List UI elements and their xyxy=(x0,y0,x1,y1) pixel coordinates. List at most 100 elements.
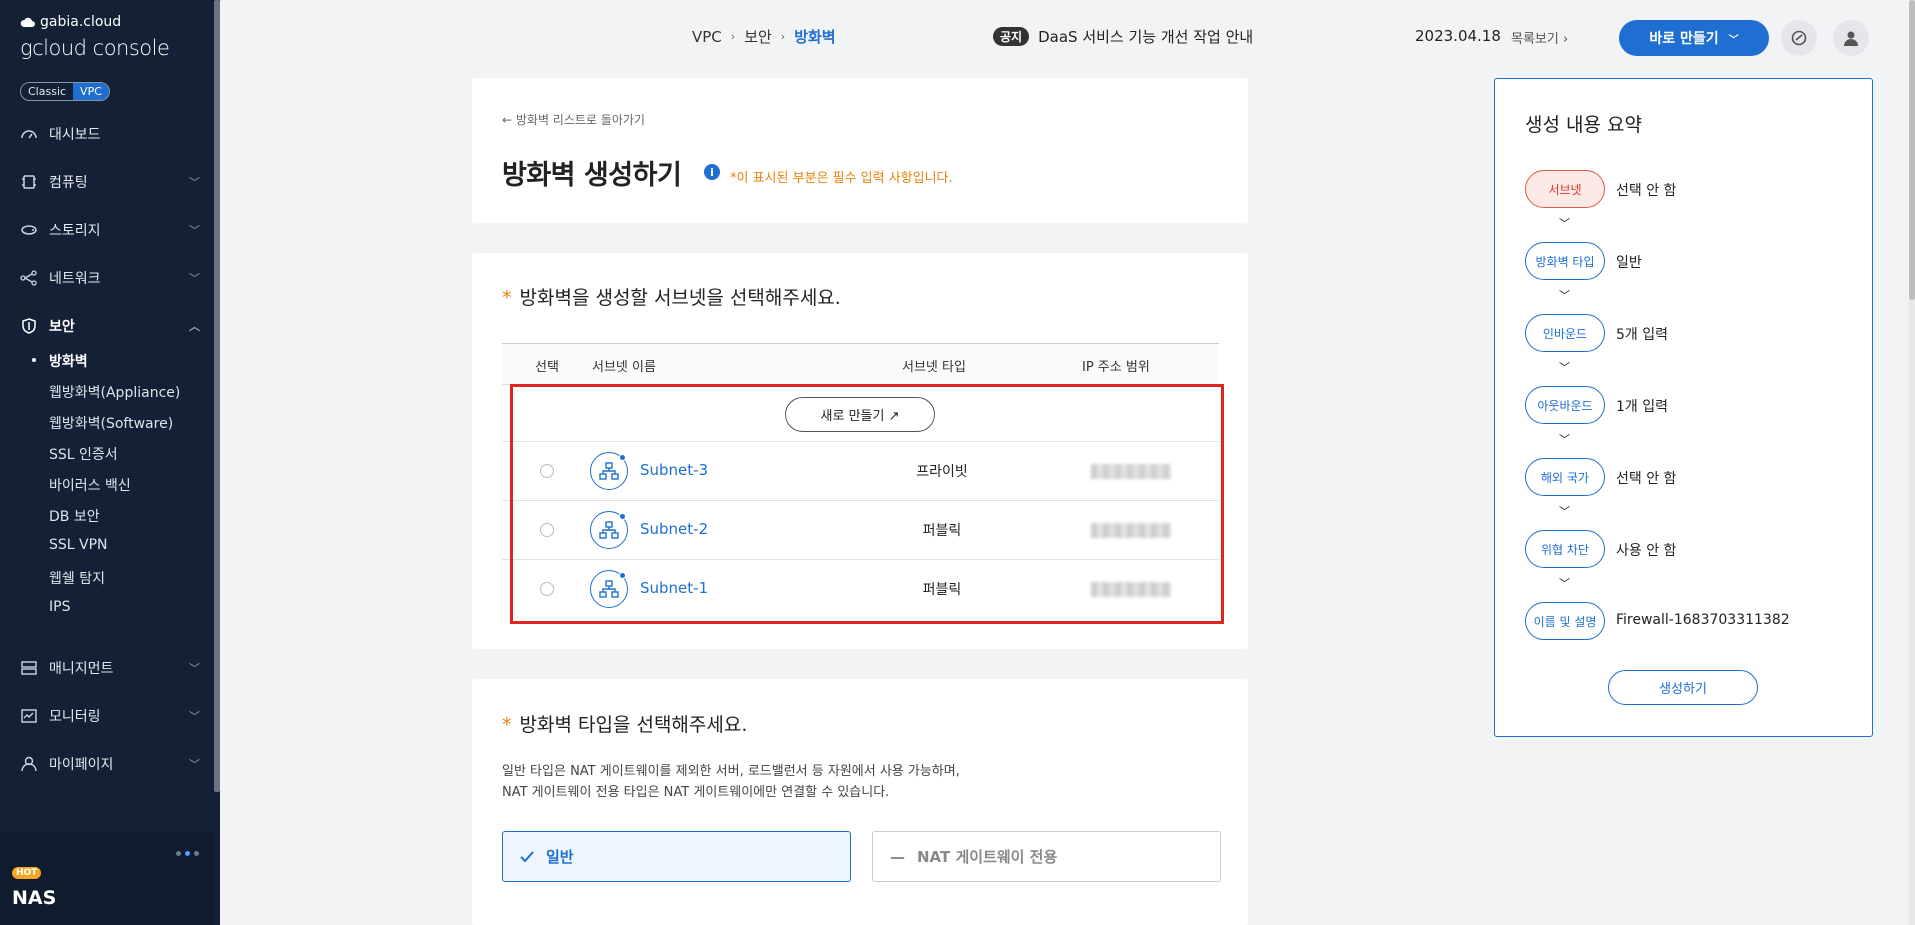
storage-icon xyxy=(20,221,38,239)
chat-button[interactable] xyxy=(1781,20,1817,56)
sidebar-item-network[interactable]: 네트워크 ﹀ xyxy=(20,267,200,289)
page-title: 방화벽 생성하기 xyxy=(502,160,682,191)
chevron-down-icon: ﹀ xyxy=(1559,577,1570,590)
user-icon xyxy=(1844,31,1858,46)
summary-value: 사용 안 함 xyxy=(1616,543,1677,559)
sidebar-sub-ssl-cert[interactable]: SSL 인증서 xyxy=(49,444,118,464)
type-description-line: NAT 게이트웨이 전용 타입은 NAT 게이트웨이에만 연결할 수 있습니다. xyxy=(502,785,890,800)
back-link[interactable]: ← 방화벽 리스트로 돌아가기 xyxy=(502,111,645,128)
quick-create-label: 바로 만들기 xyxy=(1649,31,1719,47)
quick-create-button[interactable]: 바로 만들기 ﹀ xyxy=(1619,20,1769,56)
type-option-label: 일반 xyxy=(546,848,574,866)
notice-list-link[interactable]: 목록보기 › xyxy=(1511,28,1568,47)
chevron-down-icon: ﹀ xyxy=(189,272,200,285)
summary-step-name[interactable]: 이름 및 설명 xyxy=(1525,602,1605,640)
sidebar-item-monitoring[interactable]: 모니터링 ﹀ xyxy=(20,705,200,727)
info-icon[interactable]: i xyxy=(704,164,720,180)
sidebar-item-label: 스토리지 xyxy=(49,223,101,239)
page-scrollbar-thumb[interactable] xyxy=(1909,0,1915,300)
summary-step-inbound[interactable]: 인바운드 xyxy=(1525,314,1605,352)
type-description: 일반 타입은 NAT 게이트웨이를 제외한 서버, 로드밸런서 등 자원에서 사… xyxy=(502,761,960,803)
col-select: 선택 xyxy=(535,360,559,375)
sidebar-item-security[interactable]: 보안 ︿ xyxy=(20,315,200,337)
summary-step-threat[interactable]: 위협 차단 xyxy=(1525,530,1605,568)
create-button[interactable]: 생성하기 xyxy=(1608,670,1758,705)
sidebar-sub-db-security[interactable]: DB 보안 xyxy=(49,506,100,526)
brand-logo[interactable]: gabia.cloud xyxy=(20,14,121,30)
chevron-down-icon: ﹀ xyxy=(189,176,200,189)
sidebar-item-dashboard[interactable]: 대시보드 xyxy=(20,123,200,145)
col-type: 서브넷 타입 xyxy=(902,360,966,375)
back-link-label: 방화벽 리스트로 돌아가기 xyxy=(515,113,645,127)
toggle-vpc[interactable]: VPC xyxy=(73,83,109,100)
chevron-down-icon: ﹀ xyxy=(1559,217,1570,230)
toggle-classic[interactable]: Classic xyxy=(21,83,73,100)
user-icon xyxy=(20,755,38,773)
summary-title: 생성 내용 요약 xyxy=(1525,114,1642,136)
breadcrumb-vpc[interactable]: VPC xyxy=(692,28,722,46)
profile-button[interactable] xyxy=(1833,20,1869,56)
notice-bar[interactable]: 공지 DaaS 서비스 기능 개선 작업 안내 xyxy=(993,26,1253,47)
sidebar-item-label: 보안 xyxy=(49,319,75,335)
col-ip-range: IP 주소 범위 xyxy=(1082,360,1150,375)
sidebar-sub-webshell[interactable]: 웹쉘 탐지 xyxy=(49,568,105,588)
management-icon xyxy=(20,659,38,677)
platform-toggle[interactable]: Classic VPC xyxy=(20,82,110,101)
chevron-right-icon: › xyxy=(730,30,736,43)
dash-icon: — xyxy=(890,847,905,866)
carousel-dot[interactable] xyxy=(176,851,181,856)
sidebar-item-management[interactable]: 매니지먼트 ﹀ xyxy=(20,657,200,679)
chevron-down-icon: ﹀ xyxy=(189,224,200,237)
subnet-table-header: 선택 서브넷 이름 서브넷 타입 IP 주소 범위 xyxy=(502,343,1219,385)
computing-icon xyxy=(20,173,38,191)
monitoring-icon xyxy=(20,707,38,725)
brand-title[interactable]: gcloud console xyxy=(20,36,170,60)
hot-badge: HOT xyxy=(12,867,42,879)
sidebar-sub-waf-appliance[interactable]: 웹방화벽(Appliance) xyxy=(49,382,180,402)
col-name: 서브넷 이름 xyxy=(592,360,656,375)
sidebar-sub-ssl-vpn[interactable]: SSL VPN xyxy=(49,537,108,553)
summary-step-type[interactable]: 방화벽 타입 xyxy=(1525,242,1605,280)
sidebar-item-label: 마이페이지 xyxy=(49,757,114,773)
required-star: * xyxy=(502,287,512,309)
chevron-down-icon: ﹀ xyxy=(189,662,200,675)
sidebar-item-label: 네트워크 xyxy=(49,271,101,287)
chevron-down-icon: ﹀ xyxy=(1728,34,1739,46)
sidebar-sub-antivirus[interactable]: 바이러스 백신 xyxy=(49,475,131,495)
summary-value: 선택 안 함 xyxy=(1616,471,1677,487)
summary-value: 1개 입력 xyxy=(1616,399,1668,415)
sidebar-item-storage[interactable]: 스토리지 ﹀ xyxy=(20,219,200,241)
breadcrumb: VPC › 보안 › 방화벽 xyxy=(692,26,836,47)
sidebar-item-label: 컴퓨팅 xyxy=(49,175,88,191)
summary-value: 선택 안 함 xyxy=(1616,183,1677,199)
main-area: VPC › 보안 › 방화벽 공지 DaaS 서비스 기능 개선 작업 안내 2… xyxy=(220,0,1915,925)
sidebar-sub-waf-software[interactable]: 웹방화벽(Software) xyxy=(49,413,173,433)
notice-text[interactable]: DaaS 서비스 기능 개선 작업 안내 xyxy=(1038,26,1253,47)
summary-step-subnet[interactable]: 서브넷 xyxy=(1525,170,1605,208)
chevron-down-icon: ﹀ xyxy=(1559,361,1570,374)
sidebar: gabia.cloud gcloud console Classic VPC 대… xyxy=(0,0,220,925)
sidebar-item-mypage[interactable]: 마이페이지 ﹀ xyxy=(20,753,200,775)
summary-step-country[interactable]: 해외 국가 xyxy=(1525,458,1605,496)
dashboard-icon xyxy=(20,125,38,143)
carousel-dot[interactable] xyxy=(194,851,199,856)
breadcrumb-security[interactable]: 보안 xyxy=(744,26,772,47)
summary-step-outbound[interactable]: 아웃바운드 xyxy=(1525,386,1605,424)
sidebar-sub-ips[interactable]: IPS xyxy=(49,599,70,615)
sidebar-item-computing[interactable]: 컴퓨팅 ﹀ xyxy=(20,171,200,193)
type-section-title: * 방화벽 타입을 선택해주세요. xyxy=(502,710,747,737)
chevron-down-icon: ﹀ xyxy=(189,710,200,723)
required-star: * xyxy=(502,714,512,736)
type-description-line: 일반 타입은 NAT 게이트웨이를 제외한 서버, 로드밸런서 등 자원에서 사… xyxy=(502,764,960,779)
highlight-box xyxy=(510,384,1224,624)
carousel-dots[interactable] xyxy=(176,851,199,856)
network-icon xyxy=(20,269,38,287)
type-option-general[interactable]: 일반 xyxy=(502,831,851,882)
carousel-dot[interactable] xyxy=(185,851,190,856)
breadcrumb-firewall: 방화벽 xyxy=(794,28,836,46)
sidebar-sub-firewall[interactable]: 방화벽 xyxy=(32,351,88,371)
type-option-nat[interactable]: — NAT 게이트웨이 전용 xyxy=(872,831,1221,882)
title-card: ← 방화벽 리스트로 돌아가기 방화벽 생성하기 i *이 표시된 부분은 필수… xyxy=(472,78,1248,223)
type-option-label: NAT 게이트웨이 전용 xyxy=(917,848,1058,866)
notice-date: 2023.04.18 xyxy=(1415,27,1501,45)
